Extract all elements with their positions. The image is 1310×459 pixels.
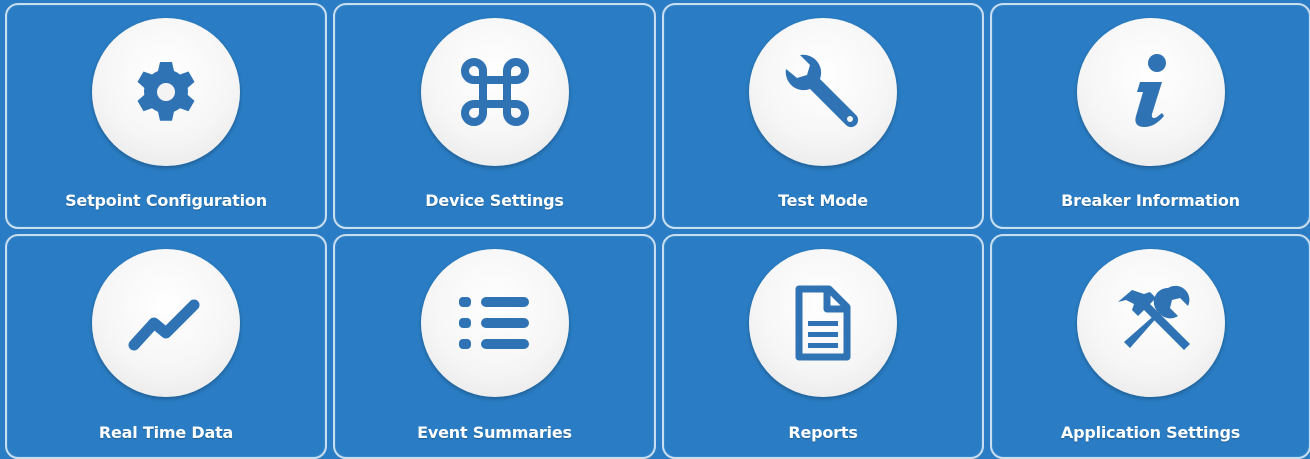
test-mode-tile[interactable]: Test Mode (662, 3, 984, 229)
line-chart-icon (128, 299, 200, 351)
test-mode-icon-circle (749, 18, 897, 166)
tile-label: Device Settings (425, 191, 564, 210)
tile-label: Application Settings (1060, 423, 1241, 442)
event-summaries-icon-circle (420, 249, 569, 397)
tile-label: Event Summaries (417, 423, 572, 442)
tile-label: Real Time Data (98, 423, 234, 442)
document-icon (795, 285, 851, 361)
application-settings-icon-circle (1076, 249, 1225, 397)
list-icon (458, 297, 529, 349)
main-menu-grid: Setpoint Configuration Device Settings T… (0, 0, 1310, 459)
tile-label: Breaker Information (1061, 191, 1240, 210)
info-icon (1134, 54, 1166, 127)
device-settings-tile[interactable]: Device Settings (333, 3, 656, 229)
reports-tile[interactable]: Reports (662, 234, 984, 459)
setpoint-configuration-tile[interactable]: Setpoint Configuration (5, 3, 327, 229)
application-settings-tile[interactable]: Application Settings (990, 234, 1310, 459)
real-time-data-icon-circle (92, 249, 240, 397)
tile-label: Setpoint Configuration (65, 191, 267, 210)
event-summaries-tile[interactable]: Event Summaries (333, 234, 656, 459)
command-icon (460, 58, 529, 126)
tile-label: Reports (788, 423, 858, 442)
device-settings-icon-circle (420, 18, 569, 166)
breaker-information-tile[interactable]: Breaker Information (990, 3, 1310, 229)
tile-label: Test Mode (778, 191, 868, 210)
setpoint-configuration-icon-circle (92, 18, 240, 166)
wrench-icon (785, 54, 859, 128)
real-time-data-tile[interactable]: Real Time Data (5, 234, 327, 459)
gear-icon (137, 62, 195, 121)
hammer-wrench-icon (1117, 285, 1190, 350)
breaker-information-icon-circle (1076, 18, 1225, 166)
reports-icon-circle (749, 249, 897, 397)
